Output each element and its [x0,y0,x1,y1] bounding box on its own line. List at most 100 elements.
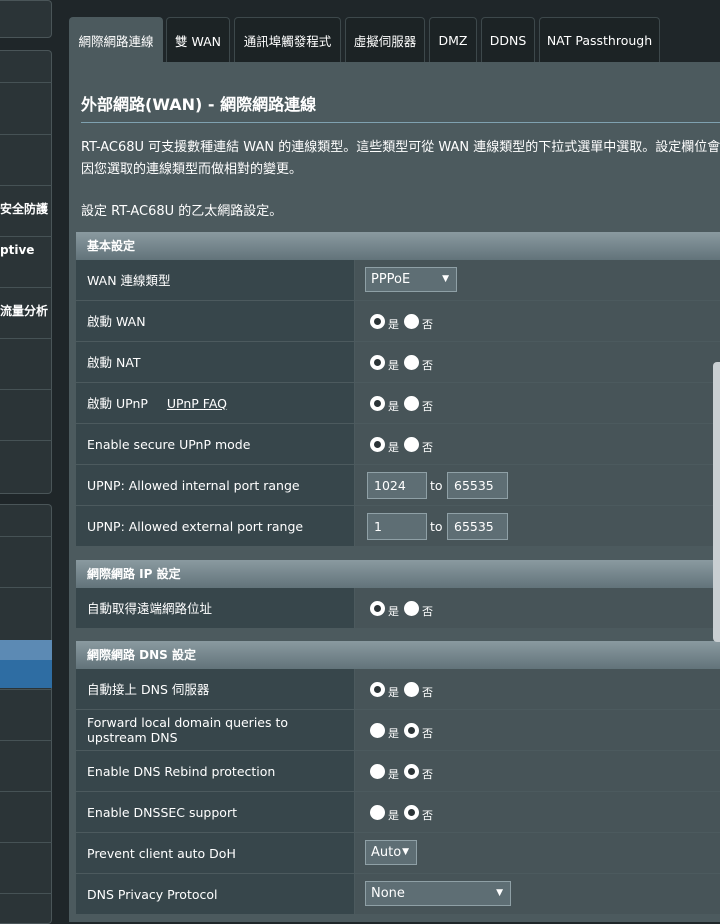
enable-upnp-yes-radio[interactable] [370,395,385,411]
forward-local-no-radio[interactable] [404,722,419,738]
tab-ddns[interactable]: DDNS [481,17,535,62]
auto-dns-no-radio[interactable] [404,681,419,697]
tab-label: 網際網路連線 [78,34,154,49]
secure-upnp-no-radio[interactable] [404,436,419,452]
upnp-faq-link[interactable]: UPnP FAQ [167,396,227,411]
page-description: RT-AC68U 可支援數種連結 WAN 的連線類型。這些類型可從 WAN 連線… [81,140,720,177]
row-enable-wan: 啟動 WAN 是 否 [76,301,720,341]
auto-dns-yes-radio[interactable] [370,681,385,697]
tab-virtual-server[interactable]: 虛擬伺服器 [345,17,425,62]
row-external-port-range: UPNP: Allowed external port range 1 to 6… [76,506,720,546]
radio-no-label: 否 [422,318,433,331]
row-enable-upnp: 啟動 UPnP UPnP FAQ 是 否 [76,383,720,423]
row-wan-type: WAN 連線類型 PPPoE ▼ [76,260,720,300]
sidebar-divider [0,791,52,792]
enable-upnp-label-cell: 啟動 UPnP UPnP FAQ [76,383,354,423]
internal-port-from-input[interactable]: 1024 [367,472,427,499]
radio-yes-label: 是 [388,441,399,454]
radio-yes-label: 是 [388,768,399,781]
row-dnssec: Enable DNSSEC support 是 否 [76,792,720,832]
auto-ip-yes-radio[interactable] [370,600,385,616]
tab-dual-wan[interactable]: 雙 WAN [166,17,230,62]
sidebar-divider [0,236,52,237]
dns-rebind-radio-group: 是 否 [370,761,438,781]
external-port-range-label: UPNP: Allowed external port range [76,506,354,546]
radio-no-label: 否 [422,727,433,740]
enable-nat-radio-group: 是 否 [370,352,438,372]
sidebar-item-wan-active[interactable] [0,640,52,688]
radio-yes-label: 是 [388,359,399,372]
dns-rebind-label: Enable DNS Rebind protection [76,751,354,791]
dropdown-arrow-icon: ▼ [496,888,503,898]
auto-dns-label: 自動接上 DNS 伺服器 [76,669,354,709]
row-forward-local-domain: Forward local domain queries to upstream… [76,710,720,750]
auto-ip-label: 自動取得遠端網路位址 [76,588,354,628]
secure-upnp-label: Enable secure UPnP mode [76,424,354,464]
row-dns-privacy-protocol: DNS Privacy Protocol None ▼ [76,874,720,914]
enable-upnp-label: 啟動 UPnP [87,395,148,411]
enable-wan-no-radio[interactable] [404,313,419,329]
sidebar-divider [0,338,52,339]
auto-ip-no-radio[interactable] [404,600,419,616]
internal-port-to-input[interactable]: 65535 [447,472,508,499]
dns-privacy-value: None [371,886,405,901]
sidebar-divider [0,287,52,288]
sidebar-divider [0,536,52,537]
sidebar-menu-advanced [0,50,52,494]
enable-wan-yes-radio[interactable] [370,313,385,329]
dnssec-no-radio[interactable] [404,804,419,820]
forward-local-radio-group: 是 否 [370,720,438,740]
tab-label: NAT Passthrough [546,32,653,48]
dns-privacy-select[interactable]: None ▼ [365,881,511,906]
auto-ip-radio-group: 是 否 [370,598,438,618]
wan-type-label: WAN 連線類型 [76,260,354,300]
page-title: 外部網路(WAN) - 網際網路連線 [81,95,317,114]
radio-no-label: 否 [422,686,433,699]
dnssec-yes-radio[interactable] [370,804,385,820]
tab-dmz[interactable]: DMZ [429,17,477,62]
sidebar-divider [0,689,52,690]
enable-upnp-no-radio[interactable] [404,395,419,411]
prevent-auto-doh-label: Prevent client auto DoH [76,833,354,873]
dnssec-radio-group: 是 否 [370,802,438,822]
tab-label: 通訊埠觸發程式 [243,33,332,49]
forward-local-yes-radio[interactable] [370,722,385,738]
enable-nat-yes-radio[interactable] [370,354,385,370]
secure-upnp-yes-radio[interactable] [370,436,385,452]
tab-nat-passthrough[interactable]: NAT Passthrough [539,17,660,62]
sidebar-item-security-label[interactable]: 安全防護 [0,200,52,217]
row-prevent-auto-doh: Prevent client auto DoH Auto ▼ [76,833,720,873]
forward-local-domain-label: Forward local domain queries to upstream… [76,710,354,750]
radio-yes-label: 是 [388,400,399,413]
enable-upnp-radio-group: 是 否 [370,393,438,413]
wan-type-select[interactable]: PPPoE ▼ [365,267,457,292]
sidebar-item-traffic-label[interactable]: 流量分析 [0,302,52,319]
row-enable-nat: 啟動 NAT 是 否 [76,342,720,382]
dns-rebind-yes-radio[interactable] [370,763,385,779]
auto-doh-value: Auto [371,845,402,860]
sidebar-item-adaptive-label[interactable]: ptive [0,243,52,257]
page-scrollbar[interactable] [713,362,720,642]
title-divider [81,122,720,123]
enable-nat-no-radio[interactable] [404,354,419,370]
auto-doh-select[interactable]: Auto ▼ [365,840,417,865]
radio-yes-label: 是 [388,809,399,822]
enable-wan-radio-group: 是 否 [370,311,438,331]
sidebar-divider [0,134,52,135]
tab-label: 虛擬伺服器 [353,33,417,49]
sidebar-item-security[interactable] [0,185,52,186]
row-auto-ip: 自動取得遠端網路位址 是 否 [76,588,720,628]
to-label: to [430,519,443,534]
row-dns-rebind: Enable DNS Rebind protection 是 否 [76,751,720,791]
row-internal-port-range: UPNP: Allowed internal port range 1024 t… [76,465,720,505]
tab-port-trigger[interactable]: 通訊埠觸發程式 [234,17,341,62]
dns-rebind-no-radio[interactable] [404,763,419,779]
sidebar-divider [0,440,52,441]
row-secure-upnp: Enable secure UPnP mode 是 否 [76,424,720,464]
tab-internet-connection[interactable]: 網際網路連線 [69,17,163,63]
internal-port-range-label: UPNP: Allowed internal port range [76,465,354,505]
radio-yes-label: 是 [388,686,399,699]
sidebar: 安全防護 ptive 流量分析 [0,0,53,924]
external-port-to-input[interactable]: 65535 [447,513,508,540]
external-port-from-input[interactable]: 1 [367,513,427,540]
